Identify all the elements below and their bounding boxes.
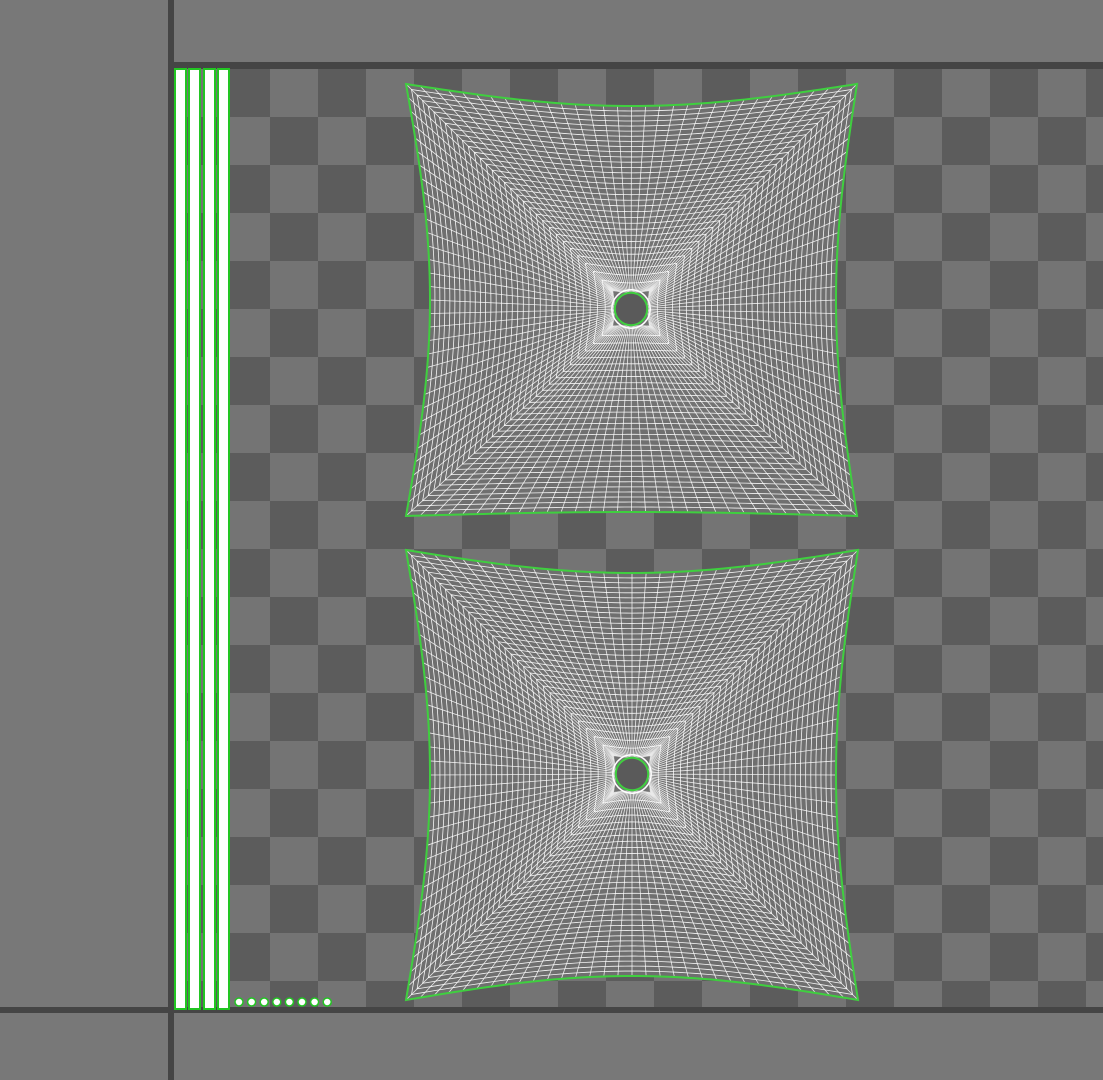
uv-shell-bottom[interactable] [404,548,860,1002]
strip-shell [203,68,216,1010]
tiny-shell [272,997,282,1007]
tiny-shell [259,997,269,1007]
tiny-shell [246,997,257,1007]
tiny-shell [284,997,295,1007]
uv-axis-top [174,62,1103,69]
uv-axis-horizontal [0,1007,1103,1013]
uv-hole [614,756,650,792]
tiny-shell [234,997,244,1007]
strip-shell [188,68,201,1010]
strip-shell [217,68,230,1010]
uv-hole [613,291,649,327]
uv-shell-top[interactable] [404,82,859,518]
tiny-shell [309,997,320,1007]
uv-axis-vertical [168,0,174,1080]
tiny-shell [322,997,332,1007]
strip-shell [174,68,187,1010]
uv-texture-editor-viewport[interactable] [0,0,1103,1080]
tiny-shell [297,997,307,1007]
